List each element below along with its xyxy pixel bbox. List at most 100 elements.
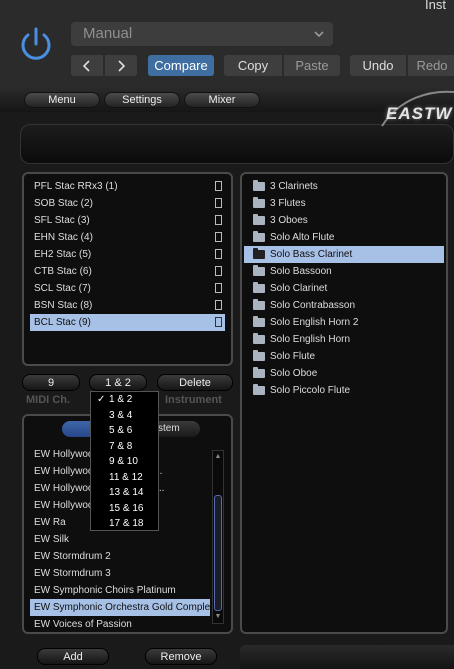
midi-pair-button[interactable]: 1 & 2: [89, 374, 147, 391]
favorite-item[interactable]: EW Stormdrum 2: [30, 548, 210, 565]
midi-pair-option[interactable]: 3 & 4: [91, 408, 158, 424]
midi-pair-option-label: 9 & 10: [109, 456, 138, 467]
articulation-item[interactable]: SFL Stac (3): [30, 212, 225, 229]
info-display: [20, 124, 454, 164]
previous-preset-button[interactable]: [71, 55, 103, 76]
midi-pair-menu: ✓ 1 & 23 & 45 & 6 7 & 89 & 10 11 & 12 13 & 1…: [90, 391, 159, 531]
folder-icon: [253, 350, 265, 361]
window-title: Inst: [425, 0, 446, 12]
compare-button[interactable]: Compare: [148, 55, 214, 76]
articulation-label: SCL Stac (7): [34, 283, 91, 294]
folder-icon: [253, 299, 265, 310]
browser-item[interactable]: Solo Oboe: [244, 365, 444, 382]
browser-item[interactable]: 3 Clarinets: [244, 178, 444, 195]
delete-button[interactable]: Delete: [157, 374, 233, 391]
browser-item[interactable]: Solo Flute: [244, 348, 444, 365]
midi-pair-option[interactable]: ✓ 1 & 2: [91, 392, 158, 408]
remove-button[interactable]: Remove: [145, 648, 217, 665]
folder-icon: [253, 367, 265, 378]
articulation-item[interactable]: BCL Stac (9): [30, 314, 225, 331]
keyswitch-icon: [215, 249, 222, 259]
midi-pair-option[interactable]: 17 & 18: [91, 516, 158, 532]
articulation-item[interactable]: SOB Stac (2): [30, 195, 225, 212]
browser-item-label: Solo Alto Flute: [270, 232, 335, 243]
preset-select[interactable]: Manual: [71, 22, 333, 46]
favorite-item[interactable]: EW Voices of Passion: [30, 616, 210, 628]
settings-button[interactable]: Settings: [104, 92, 180, 108]
browser-item-label: 3 Clarinets: [270, 181, 318, 192]
scroll-up-icon[interactable]: ▲: [214, 453, 222, 461]
undo-button[interactable]: Undo: [350, 55, 406, 76]
midi-channel-label: MIDI Ch.: [26, 394, 70, 406]
instrument-label: Instrument: [165, 394, 222, 406]
browser-item[interactable]: Solo Clarinet: [244, 280, 444, 297]
brand-logo: EASTW: [386, 104, 453, 123]
favorite-item[interactable]: EW Symphonic Choirs Platinum: [30, 582, 210, 599]
keyswitch-icon: [215, 300, 222, 310]
host-header: Inst Manual Compare Copy Paste Undo Redo: [0, 0, 454, 88]
power-button[interactable]: [17, 25, 55, 63]
browser-item[interactable]: Solo English Horn: [244, 331, 444, 348]
articulation-list: PFL Stac RRx3 (1) SOB Stac (2) SFL Stac (3…: [30, 178, 225, 331]
browser-item-label: Solo Clarinet: [270, 283, 328, 294]
keyswitch-icon: [215, 215, 222, 225]
midi-pair-option-label: 17 & 18: [109, 518, 144, 529]
bottom-strip: [240, 645, 454, 669]
midi-pair-option[interactable]: 11 & 12: [91, 470, 158, 486]
articulation-item[interactable]: PFL Stac RRx3 (1): [30, 178, 225, 195]
midi-pair-option[interactable]: 13 & 14: [91, 485, 158, 501]
browser-panel: 3 Clarinets 3 Flutes 3 Oboes Solo Alto Flut…: [240, 172, 448, 634]
preset-value: Manual: [83, 25, 133, 42]
redo-button[interactable]: Redo: [408, 55, 454, 76]
browser-item-label: Solo Bass Clarinet: [270, 249, 353, 260]
browser-item[interactable]: 3 Oboes: [244, 212, 444, 229]
checkmark-icon: ✓: [97, 394, 106, 405]
keyswitch-icon: [215, 232, 222, 242]
folder-icon: [253, 197, 265, 208]
browser-item-label: Solo Contrabasson: [270, 300, 356, 311]
midi-channel-button[interactable]: 9: [22, 374, 80, 391]
browser-item[interactable]: 3 Flutes: [244, 195, 444, 212]
articulation-label: EH2 Stac (5): [34, 249, 92, 260]
articulation-item[interactable]: CTB Stac (6): [30, 263, 225, 280]
midi-pair-option[interactable]: 7 & 8: [91, 439, 158, 455]
midi-pair-option[interactable]: 5 & 6: [91, 423, 158, 439]
browser-item[interactable]: Solo Piccolo Flute: [244, 382, 444, 399]
browser-item[interactable]: Solo Bassoon: [244, 263, 444, 280]
browser-item-label: Solo Bassoon: [270, 266, 332, 277]
next-preset-button[interactable]: [105, 55, 137, 76]
folder-icon: [253, 180, 265, 191]
scrollbar-thumb[interactable]: [214, 495, 222, 611]
paste-button[interactable]: Paste: [284, 55, 340, 76]
articulation-label: EHN Stac (4): [34, 232, 93, 243]
folder-icon: [253, 231, 265, 242]
browser-item-label: Solo Flute: [270, 351, 316, 362]
favorite-item[interactable]: EW Silk: [30, 531, 210, 548]
articulation-item[interactable]: EH2 Stac (5): [30, 246, 225, 263]
folder-icon: [253, 214, 265, 225]
copy-button[interactable]: Copy: [224, 55, 282, 76]
browser-item[interactable]: Solo English Horn 2: [244, 314, 444, 331]
menu-button[interactable]: Menu: [24, 92, 100, 108]
articulation-label: CTB Stac (6): [34, 266, 92, 277]
midi-pair-option[interactable]: 15 & 16: [91, 501, 158, 517]
mixer-button[interactable]: Mixer: [184, 92, 260, 108]
midi-pair-option[interactable]: 9 & 10: [91, 454, 158, 470]
folder-icon: [253, 333, 265, 344]
scroll-down-icon[interactable]: ▼: [214, 613, 222, 621]
articulation-item[interactable]: BSN Stac (8): [30, 297, 225, 314]
favorites-scrollbar[interactable]: ▲ ▼: [212, 450, 224, 624]
midi-pair-option-label: 5 & 6: [109, 425, 133, 436]
favorite-item[interactable]: EW Symphonic Orchestra Gold Complete: [30, 599, 210, 616]
add-button[interactable]: Add: [37, 648, 109, 665]
articulation-item[interactable]: SCL Stac (7): [30, 280, 225, 297]
keyswitch-icon: [215, 266, 222, 276]
browser-item-label: Solo Piccolo Flute: [270, 385, 351, 396]
browser-item[interactable]: Solo Bass Clarinet: [244, 246, 444, 263]
articulation-item[interactable]: EHN Stac (4): [30, 229, 225, 246]
midi-pair-option-label: 11 & 12: [109, 471, 143, 483]
favorite-item[interactable]: EW Stormdrum 3: [30, 565, 210, 582]
browser-item[interactable]: Solo Contrabasson: [244, 297, 444, 314]
keyswitch-icon: [215, 283, 222, 293]
browser-item[interactable]: Solo Alto Flute: [244, 229, 444, 246]
